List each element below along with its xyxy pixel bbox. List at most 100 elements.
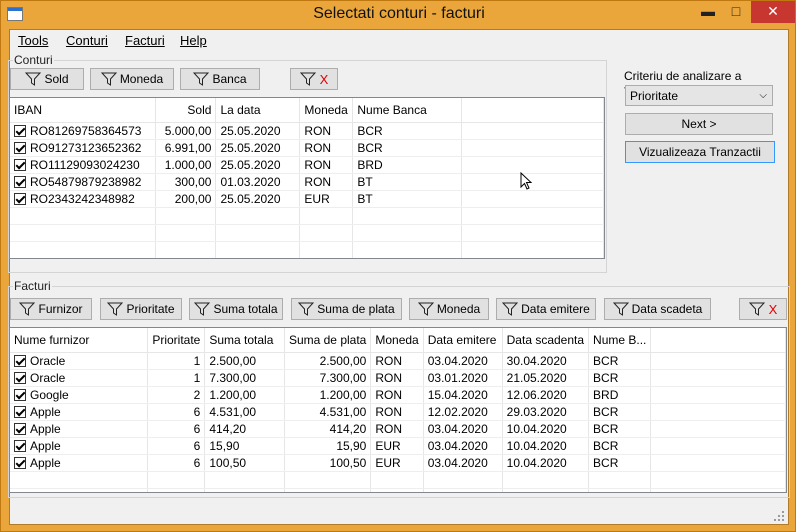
- cell-sold[interactable]: 300,00: [155, 173, 217, 191]
- cell-nume-banca[interactable]: BRD: [588, 386, 652, 404]
- cell-prioritate[interactable]: 6: [147, 454, 206, 472]
- cell-iban[interactable]: RO54879879238982: [10, 173, 157, 191]
- filter-banca-button[interactable]: Banca: [180, 68, 260, 90]
- table-row[interactable]: Apple 6 414,20 414,20 RON 03.04.2020 10.04.202…: [10, 420, 786, 438]
- filter-suma-totala-button[interactable]: Suma totala: [189, 298, 283, 320]
- cell-nume-banca[interactable]: BCR: [588, 352, 652, 370]
- table-row[interactable]: RO11129093024230 1.000,00 25.05.2020 RON BRD: [10, 156, 604, 174]
- cell-moneda[interactable]: EUR: [299, 190, 354, 208]
- cell-prioritate[interactable]: 1: [147, 352, 206, 370]
- filter-data-scadeta-button[interactable]: Data scadeta: [604, 298, 711, 320]
- col-header-iban[interactable]: IBAN: [10, 98, 157, 123]
- cell-moneda[interactable]: EUR: [370, 437, 424, 455]
- close-button[interactable]: ✕: [751, 1, 795, 23]
- cell-iban[interactable]: RO91273123652362: [10, 139, 157, 157]
- cell-la-data[interactable]: 25.05.2020: [215, 156, 301, 174]
- cell-moneda[interactable]: RON: [299, 173, 354, 191]
- cell-prioritate[interactable]: 6: [147, 420, 206, 438]
- col-header-nume-banca[interactable]: Nume Banca: [352, 98, 463, 123]
- resize-grip-icon[interactable]: [774, 511, 784, 521]
- col-header-suma-de-plata[interactable]: Suma de plata: [284, 328, 372, 353]
- title-bar[interactable]: Selectati conturi - facturi ▬ □ ✕: [1, 1, 796, 29]
- cell-banca[interactable]: BT: [352, 173, 463, 191]
- cell-iban[interactable]: RO81269758364573: [10, 122, 157, 140]
- cell-suma-de-plata[interactable]: 4.531,00: [284, 403, 372, 421]
- cell-moneda[interactable]: RON: [370, 386, 424, 404]
- cell-suma-totala[interactable]: 414,20: [204, 420, 285, 438]
- col-header-moneda[interactable]: Moneda: [299, 98, 354, 123]
- row-checkbox[interactable]: [14, 158, 26, 171]
- cell-nume-banca[interactable]: BCR: [588, 369, 652, 387]
- cell-furnizor[interactable]: Apple: [10, 454, 149, 472]
- cell-prioritate[interactable]: 6: [147, 403, 206, 421]
- filter-suma-de-plata-button[interactable]: Suma de plata: [291, 298, 402, 320]
- cell-suma-totala[interactable]: 2.500,00: [204, 352, 285, 370]
- cell-la-data[interactable]: 01.03.2020: [215, 173, 301, 191]
- row-checkbox[interactable]: [14, 456, 26, 469]
- vizualizeaza-tranzactii-button[interactable]: Vizualizeaza Tranzactii: [625, 141, 775, 163]
- cell-la-data[interactable]: 25.05.2020: [215, 139, 301, 157]
- cell-data-emitere[interactable]: 03.04.2020: [423, 352, 503, 370]
- col-header-sold[interactable]: Sold: [155, 98, 217, 123]
- next-button[interactable]: Next >: [625, 113, 773, 135]
- col-header-data-emitere[interactable]: Data emitere: [423, 328, 503, 353]
- menu-conturi[interactable]: Conturi: [66, 33, 108, 48]
- cell-suma-de-plata[interactable]: 2.500,00: [284, 352, 372, 370]
- maximize-button[interactable]: □: [723, 1, 749, 23]
- row-checkbox[interactable]: [14, 422, 26, 435]
- col-header-data-scadenta[interactable]: Data scadenta: [502, 328, 590, 353]
- filter-furnizor-button[interactable]: Furnizor: [10, 298, 92, 320]
- cell-moneda[interactable]: RON: [370, 403, 424, 421]
- row-checkbox[interactable]: [14, 388, 26, 401]
- col-header-la-data[interactable]: La data: [215, 98, 301, 123]
- table-row[interactable]: Apple 6 15,90 15,90 EUR 03.04.2020 10.04.2020 B…: [10, 437, 786, 455]
- cell-data-scadenta[interactable]: 10.04.2020: [502, 454, 590, 472]
- cell-sold[interactable]: 200,00: [155, 190, 217, 208]
- col-header-nume-banca[interactable]: Nume B...: [588, 328, 652, 353]
- cell-iban[interactable]: RO2343242348982: [10, 190, 157, 208]
- table-row[interactable]: Google 2 1.200,00 1.200,00 RON 15.04.2020 12.0…: [10, 386, 786, 404]
- cell-moneda[interactable]: RON: [370, 420, 424, 438]
- cell-furnizor[interactable]: Oracle: [10, 369, 149, 387]
- cell-data-emitere[interactable]: 12.02.2020: [423, 403, 503, 421]
- cell-moneda[interactable]: RON: [299, 156, 354, 174]
- cell-data-emitere[interactable]: 15.04.2020: [423, 386, 503, 404]
- cell-data-scadenta[interactable]: 12.06.2020: [502, 386, 590, 404]
- cell-la-data[interactable]: 25.05.2020: [215, 190, 301, 208]
- cell-moneda[interactable]: RON: [299, 122, 354, 140]
- row-checkbox[interactable]: [14, 192, 26, 205]
- row-checkbox[interactable]: [14, 439, 26, 452]
- cell-suma-de-plata[interactable]: 100,50: [284, 454, 372, 472]
- cell-banca[interactable]: BCR: [352, 122, 463, 140]
- table-row[interactable]: Oracle 1 2.500,00 2.500,00 RON 03.04.2020 30.0…: [10, 352, 786, 370]
- clear-facturi-filter-button[interactable]: X: [739, 298, 787, 320]
- cell-moneda[interactable]: RON: [299, 139, 354, 157]
- cell-suma-de-plata[interactable]: 414,20: [284, 420, 372, 438]
- cell-data-emitere[interactable]: 03.01.2020: [423, 369, 503, 387]
- clear-conturi-filter-button[interactable]: X: [290, 68, 338, 90]
- cell-nume-banca[interactable]: BCR: [588, 437, 652, 455]
- table-row[interactable]: Oracle 1 7.300,00 7.300,00 RON 03.01.2020 21.0…: [10, 369, 786, 387]
- row-checkbox[interactable]: [14, 141, 26, 154]
- filter-moneda-facturi-button[interactable]: Moneda: [409, 298, 489, 320]
- cell-data-scadenta[interactable]: 10.04.2020: [502, 420, 590, 438]
- col-header-prioritate[interactable]: Prioritate: [147, 328, 206, 353]
- filter-prioritate-button[interactable]: Prioritate: [100, 298, 182, 320]
- cell-prioritate[interactable]: 1: [147, 369, 206, 387]
- table-row[interactable]: RO91273123652362 6.991,00 25.05.2020 RON BCR: [10, 139, 604, 157]
- menu-help[interactable]: Help: [180, 33, 207, 48]
- cell-suma-totala[interactable]: 7.300,00: [204, 369, 285, 387]
- cell-suma-totala[interactable]: 1.200,00: [204, 386, 285, 404]
- cell-iban[interactable]: RO11129093024230: [10, 156, 157, 174]
- col-header-moneda[interactable]: Moneda: [370, 328, 424, 353]
- col-header-suma-totala[interactable]: Suma totala: [204, 328, 285, 353]
- table-row[interactable]: RO2343242348982 200,00 25.05.2020 EUR BT: [10, 190, 604, 208]
- cell-furnizor[interactable]: Apple: [10, 403, 149, 421]
- cell-sold[interactable]: 5.000,00: [155, 122, 217, 140]
- col-header-nume-furnizor[interactable]: Nume furnizor: [10, 328, 149, 353]
- cell-data-scadenta[interactable]: 10.04.2020: [502, 437, 590, 455]
- cell-data-emitere[interactable]: 03.04.2020: [423, 420, 503, 438]
- cell-furnizor[interactable]: Apple: [10, 437, 149, 455]
- menu-facturi[interactable]: Facturi: [125, 33, 165, 48]
- row-checkbox[interactable]: [14, 405, 26, 418]
